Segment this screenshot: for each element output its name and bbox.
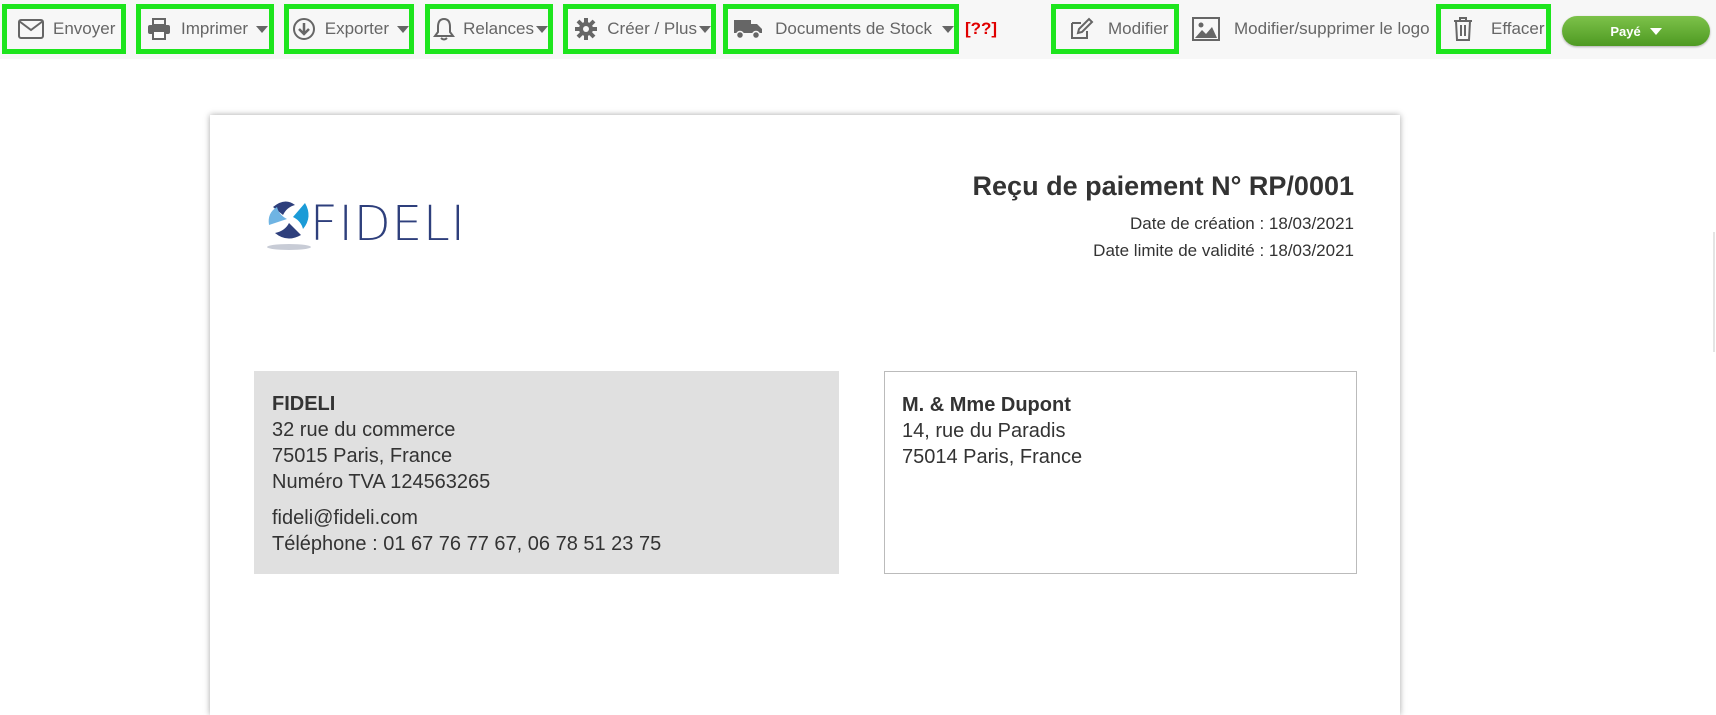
toolbar: Envoyer Imprimer Exporter Relances Créer… (0, 0, 1716, 59)
chevron-down-icon (256, 25, 269, 33)
create-more-label: Créer / Plus (607, 19, 697, 38)
sender-address-box: FIDELI 32 rue du commerce 75015 Paris, F… (254, 371, 839, 574)
sender-phone: Téléphone : 01 67 76 77 67, 06 78 51 23 … (272, 533, 662, 555)
gear-icon (572, 15, 599, 43)
image-icon (1192, 15, 1220, 43)
edit-icon (1068, 15, 1096, 43)
delete-button[interactable]: Effacer (1436, 4, 1551, 54)
chevron-down-icon (397, 25, 409, 33)
validity-date: Date limite de validité : 18/03/2021 (1093, 241, 1354, 260)
stock-documents-button[interactable]: Documents de Stock (723, 4, 959, 54)
reminders-label: Relances (463, 19, 534, 38)
create-more-button[interactable]: Créer / Plus (563, 4, 716, 54)
send-button[interactable]: Envoyer (2, 4, 126, 54)
truck-icon (732, 15, 763, 43)
chevron-down-icon (699, 25, 711, 33)
recipient-address-box: M. & Mme Dupont 14, rue du Paradis 75014… (884, 371, 1357, 574)
edit-logo-label: Modifier/supprimer le logo (1234, 19, 1430, 38)
creation-date: Date de création : 18/03/2021 (1130, 214, 1354, 233)
delete-label: Effacer (1491, 19, 1545, 38)
logo-swirl-icon (267, 201, 311, 250)
sender-name: FIDELI (272, 393, 336, 415)
scrollbar-edge[interactable] (1713, 232, 1715, 352)
sender-vat: Numéro TVA 124563265 (272, 471, 491, 493)
download-circle-icon (291, 15, 317, 43)
document-title: Reçu de paiement N° RP/0001 (972, 171, 1354, 201)
sender-email: fideli@fideli.com (272, 507, 418, 529)
logo-wordmark: FIDELI (310, 196, 466, 252)
printer-icon (145, 15, 173, 43)
send-label: Envoyer (53, 19, 116, 38)
bell-icon (432, 15, 455, 43)
chevron-down-icon (1649, 27, 1662, 35)
export-label: Exporter (324, 19, 389, 38)
company-logo: FIDELI (265, 195, 470, 260)
sender-city: 75015 Paris, France (272, 445, 453, 467)
export-button[interactable]: Exporter (284, 4, 414, 54)
envelope-icon (17, 15, 45, 43)
edit-button[interactable]: Modifier (1051, 4, 1179, 54)
document-header: Reçu de paiement N° RP/0001 Date de créa… (973, 171, 1354, 264)
payment-status-button[interactable]: Payé (1562, 16, 1710, 46)
trash-icon (1449, 15, 1477, 43)
sender-street: 32 rue du commerce (272, 419, 456, 441)
warning-indicator: [??] (965, 19, 998, 38)
print-button[interactable]: Imprimer (136, 4, 274, 54)
recipient-name: M. & Mme Dupont (902, 394, 1071, 416)
stock-documents-label: Documents de Stock (775, 19, 932, 38)
payment-status-label: Payé (1610, 23, 1641, 39)
recipient-city: 75014 Paris, France (902, 446, 1083, 468)
document-preview: FIDELI Reçu de paiement N° RP/0001 Date … (210, 115, 1400, 715)
recipient-street: 14, rue du Paradis (902, 420, 1066, 442)
chevron-down-icon (942, 25, 954, 33)
print-label: Imprimer (181, 19, 249, 38)
edit-logo-button[interactable]: Modifier/supprimer le logo (1192, 4, 1430, 54)
edit-label: Modifier (1108, 19, 1169, 38)
reminders-button[interactable]: Relances (425, 4, 553, 54)
chevron-down-icon (536, 25, 548, 33)
